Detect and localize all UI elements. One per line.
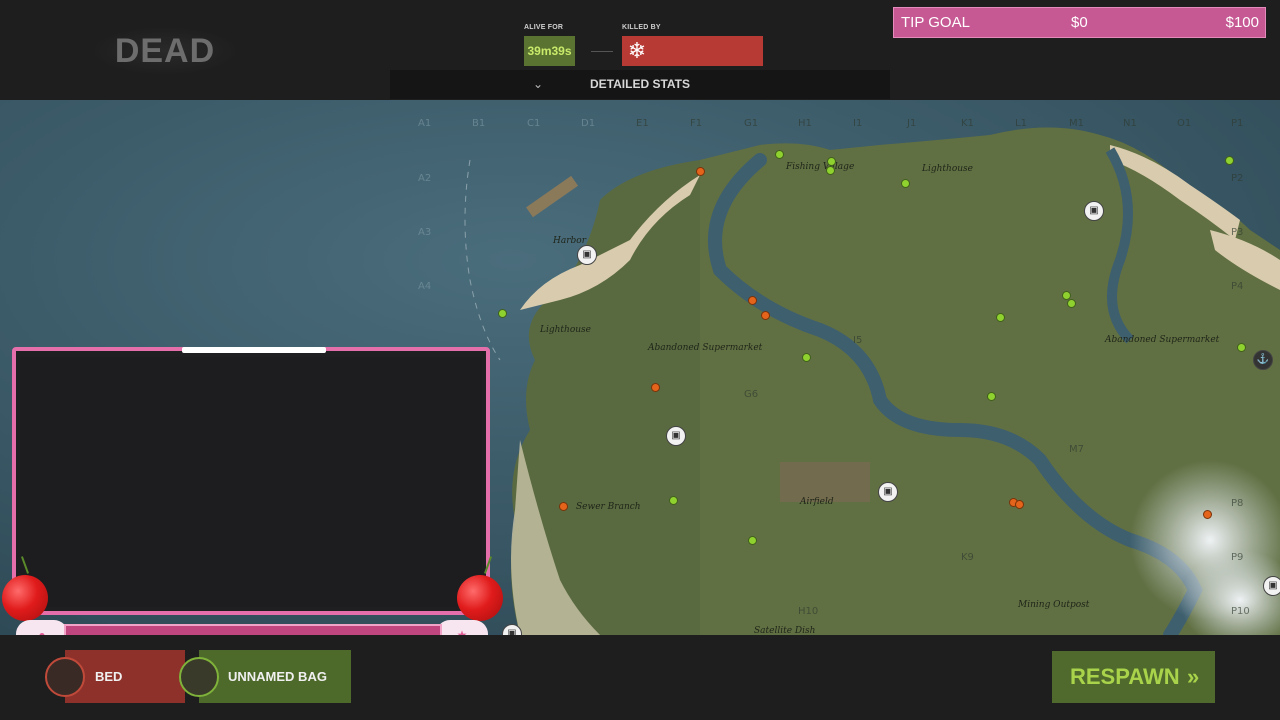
anchor-icon[interactable]: ⚓ xyxy=(1253,350,1273,370)
killed-by-box: ❄ xyxy=(622,36,763,66)
place-label: Satellite Dish xyxy=(754,626,816,635)
train-station-icon[interactable]: ▣ xyxy=(1084,201,1104,221)
double-chevron-right-icon: » xyxy=(1187,664,1200,689)
place-label: Mining Outpost xyxy=(1018,600,1090,610)
snowflake-icon: ❄ xyxy=(627,38,647,63)
dead-title: DEAD xyxy=(95,28,235,74)
orange-marker[interactable] xyxy=(1203,510,1212,519)
green-marker[interactable] xyxy=(748,536,757,545)
orange-marker[interactable] xyxy=(748,296,757,305)
place-label: Abandoned Supermarket xyxy=(1105,335,1220,345)
detailed-stats-label: DETAILED STATS xyxy=(590,77,690,91)
place-label: Abandoned Supermarket xyxy=(648,343,763,353)
green-marker[interactable] xyxy=(498,309,507,318)
webcam-top-tab xyxy=(182,347,326,353)
orange-marker[interactable] xyxy=(651,383,660,392)
train-station-icon[interactable]: ▣ xyxy=(577,245,597,265)
cherry-decoration xyxy=(2,575,48,621)
tip-goal-target: $100 xyxy=(1225,14,1259,31)
tip-goal-bar: TIP GOAL $0 $100 xyxy=(893,7,1266,38)
orange-marker[interactable] xyxy=(761,311,770,320)
webcam-area xyxy=(20,357,482,607)
cherry-decoration xyxy=(457,575,503,621)
green-marker[interactable] xyxy=(802,353,811,362)
sleeping-bag-icon xyxy=(179,657,219,697)
orange-marker[interactable] xyxy=(559,502,568,511)
webcam-frame xyxy=(12,347,490,615)
respawn-button[interactable]: RESPAWN » xyxy=(1052,651,1215,703)
place-label: Lighthouse xyxy=(922,164,973,174)
detailed-stats-toggle[interactable]: ⌄ DETAILED STATS xyxy=(390,70,890,99)
tip-goal-label: TIP GOAL xyxy=(901,14,970,31)
train-station-icon[interactable]: ▣ xyxy=(878,482,898,502)
green-marker[interactable] xyxy=(669,496,678,505)
bed-icon xyxy=(45,657,85,697)
alive-for-value: 39m39s xyxy=(524,36,575,66)
spawn-option-bed[interactable]: BED xyxy=(45,650,185,703)
place-label: Sewer Branch xyxy=(576,502,641,512)
green-marker[interactable] xyxy=(901,179,910,188)
green-marker[interactable] xyxy=(1225,156,1234,165)
alive-for-label: ALIVE FOR xyxy=(524,24,564,31)
orange-marker[interactable] xyxy=(1015,500,1024,509)
killed-by-label: KILLED BY xyxy=(622,24,661,31)
spawn-option-label: UNNAMED BAG xyxy=(228,669,327,684)
green-marker[interactable] xyxy=(1237,343,1246,352)
train-station-icon[interactable]: ▣ xyxy=(666,426,686,446)
spawn-option-unnamed-bag[interactable]: UNNAMED BAG xyxy=(179,650,351,703)
separator-dash xyxy=(591,51,613,52)
place-label: Harbor xyxy=(553,236,586,246)
train-station-icon[interactable]: ▣ xyxy=(1263,576,1280,596)
spawn-option-label: BED xyxy=(95,669,123,684)
place-label: Airfield xyxy=(800,497,834,507)
green-marker[interactable] xyxy=(996,313,1005,322)
chevron-down-icon: ⌄ xyxy=(532,77,544,91)
green-marker[interactable] xyxy=(826,166,835,175)
place-label: Fishing Village xyxy=(786,162,855,172)
place-label: Lighthouse xyxy=(540,325,591,335)
green-marker[interactable] xyxy=(827,157,836,166)
respawn-label: RESPAWN xyxy=(1070,664,1180,689)
green-marker[interactable] xyxy=(775,150,784,159)
orange-marker[interactable] xyxy=(696,167,705,176)
green-marker[interactable] xyxy=(987,392,996,401)
tip-goal-current: $0 xyxy=(1071,14,1088,31)
green-marker[interactable] xyxy=(1067,299,1076,308)
